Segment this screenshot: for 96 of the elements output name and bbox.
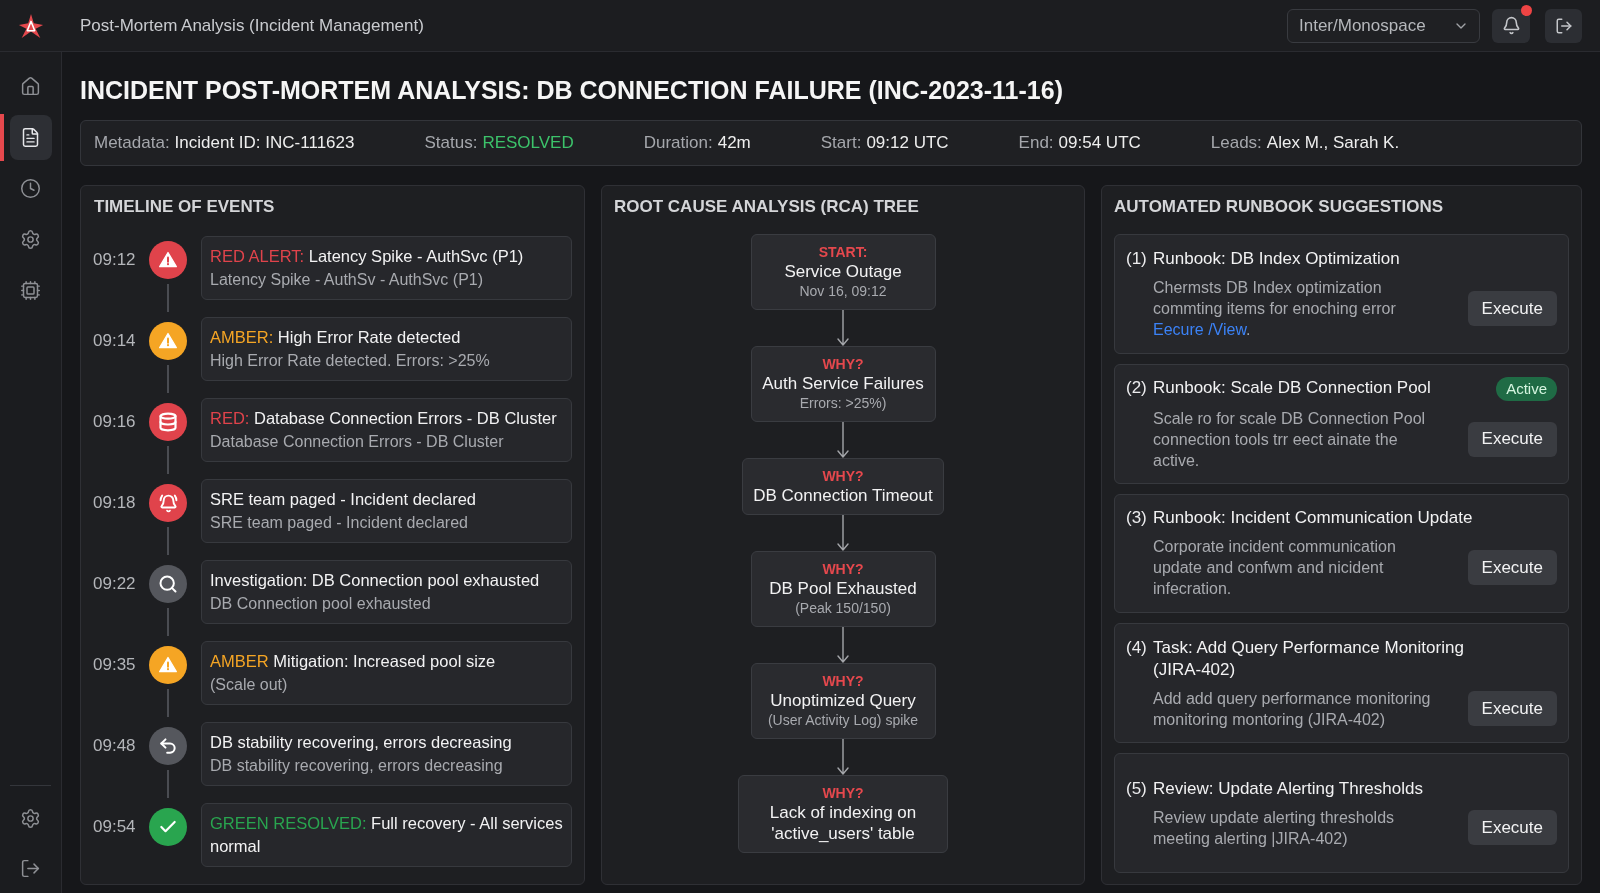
connector-arrow [837, 422, 849, 458]
font-dropdown[interactable]: Inter/Monospace [1287, 8, 1480, 43]
home-icon [20, 76, 41, 97]
runbook-title: Runbook: Incident Communication Update [1153, 507, 1473, 530]
runbook-number: (5) [1126, 777, 1148, 800]
event-title: AMBER Mitigation: Increased pool size [210, 651, 497, 672]
notifications-button[interactable] [1492, 8, 1530, 43]
node-label: WHY? [822, 467, 864, 485]
active-indicator [0, 114, 4, 161]
event-time: 09:48 [93, 735, 137, 757]
event-time: 09:16 [93, 411, 137, 433]
event-detail: DB stability recovering, errors decreasing [210, 756, 504, 776]
logout-button[interactable] [1545, 8, 1582, 43]
meta-value: Alex M., Sarah K. [1266, 132, 1400, 155]
settings-icon [20, 808, 41, 829]
runbook-title: Review: Update Alerting Thresholds [1153, 777, 1423, 800]
logout-icon [20, 858, 41, 879]
node-detail: Errors: >25%) [799, 394, 887, 413]
event-title: RED: Database Connection Errors - DB Cluster [210, 408, 558, 429]
event-time: 09:18 [93, 492, 137, 514]
event-title: AMBER: High Error Rate detected [210, 327, 462, 348]
event-time: 09:54 [93, 816, 137, 838]
meta-label: Leads: [1210, 132, 1262, 155]
event-title: Investigation: DB Connection pool exhausted [210, 570, 541, 591]
node-label: WHY? [822, 560, 864, 578]
node-title: Service Outage [784, 261, 902, 282]
connector-arrow [837, 739, 849, 775]
runbook-number: (4) [1126, 636, 1148, 659]
connector-arrow [837, 627, 849, 663]
event-time: 09:22 [93, 573, 137, 595]
runbook-description: Review update alerting thresholds meeting alerting |JIRA-402) [1153, 807, 1396, 849]
event-detail: High Error Rate detected. Errors: >25% [210, 351, 491, 371]
node-label: WHY? [822, 355, 864, 373]
node-detail: (User Activity Log) spike [767, 711, 919, 730]
node-title: Unoptimized Query [770, 690, 916, 711]
runbook-title: Task: Add Query Performance Monitoring (JIRA-402) [1153, 636, 1465, 681]
meta-value: 09:12 UTC [866, 132, 949, 155]
runbook-title: Runbook: Scale DB Connection Pool [1153, 376, 1431, 399]
panel-title: TIMELINE OF EVENTS [93, 196, 276, 218]
execute-button[interactable]: Execute [1467, 550, 1557, 586]
event-detail: Latency Spike - AuthSv - AuthSvc (P1) [210, 270, 485, 290]
event-time: 09:14 [93, 330, 137, 352]
panel-title: AUTOMATED RUNBOOK SUGGESTIONS [1114, 196, 1444, 218]
node-detail: (Peak 150/150) [795, 599, 891, 618]
event-title: DB stability recovering, errors decreasing [210, 732, 513, 753]
node-title: Auth Service Failures [762, 373, 924, 394]
event-title: RED ALERT: Latency Spike - AuthSvc (P1) [210, 246, 525, 267]
execute-button[interactable]: Execute [1467, 290, 1557, 326]
event-time: 09:12 [93, 249, 137, 271]
event-detail: SRE team paged - Incident declared [210, 513, 469, 533]
node-detail: Nov 16, 09:12 [799, 282, 887, 301]
connector-arrow [837, 310, 849, 346]
meta-label: End: [1018, 132, 1054, 155]
execute-button[interactable]: Execute [1467, 421, 1557, 457]
node-label: WHY? [822, 784, 864, 802]
runbook-description: Corporate incident communication update and confwm and nicident infecration. [1153, 537, 1397, 600]
meta-value: 09:54 UTC [1058, 132, 1141, 155]
meta-value: RESOLVED [482, 132, 574, 155]
meta-value: 42m [717, 132, 751, 155]
event-detail: DB Connection pool exhausted [210, 594, 432, 614]
app-title: Post-Mortem Analysis (Incident Management) [80, 14, 424, 37]
execute-button[interactable]: Execute [1467, 810, 1557, 846]
document-button[interactable] [9, 115, 52, 160]
runbook-description: Add add query performance monitoring monitoring montoring (JIRA-402) [1153, 688, 1432, 730]
runbook-number: (3) [1126, 507, 1148, 530]
runbook-description: Chermsts DB Index optimization commting items for enoching error Eecure /View. [1153, 277, 1397, 340]
meta-label: Metadata: [94, 132, 170, 155]
node-title: DB Pool Exhausted [769, 578, 917, 599]
connector-arrow [837, 515, 849, 551]
meta-label: Start: [820, 132, 862, 155]
event-detail: Database Connection Errors - DB Cluster [210, 432, 505, 452]
event-time: 09:35 [93, 654, 137, 676]
clock-icon [20, 178, 41, 199]
execute-button[interactable]: Execute [1467, 691, 1557, 727]
logout-icon [1554, 16, 1573, 35]
bell-icon [1501, 16, 1521, 35]
runbook-number: (1) [1126, 247, 1148, 270]
node-label: WHY? [822, 672, 864, 690]
runbook-description: Scale ro for scale DB Connection Pool connection tools trr eect ainate the active. [1153, 408, 1427, 471]
meta-value: Incident ID: INC-111623 [174, 132, 355, 155]
chip-icon [20, 280, 41, 301]
page-title: INCIDENT POST-MORTEM ANALYSIS: DB CONNECTION FAILURE (INC-2023-11-16) [80, 75, 1064, 105]
document-icon [20, 127, 41, 148]
event-detail: (Scale out) [210, 675, 289, 695]
settings-icon [20, 229, 41, 250]
panel-title: ROOT CAUSE ANALYSIS (RCA) TREE [614, 196, 920, 218]
event-title: SRE team paged - Incident declared [210, 489, 477, 510]
event-title: GREEN RESOLVED: Full recovery - All services normal [210, 813, 563, 857]
meta-label: Status: [424, 132, 478, 155]
status-badge: Active [1496, 376, 1557, 401]
node-title: Lack of indexing on 'active_users' table [768, 802, 918, 844]
node-label: START: [818, 243, 868, 261]
runbook-number: (2) [1126, 376, 1148, 399]
meta-label: Duration: [643, 132, 713, 155]
runbook-title: Runbook: DB Index Optimization [1153, 247, 1400, 270]
node-title: DB Connection Timeout [753, 485, 933, 506]
